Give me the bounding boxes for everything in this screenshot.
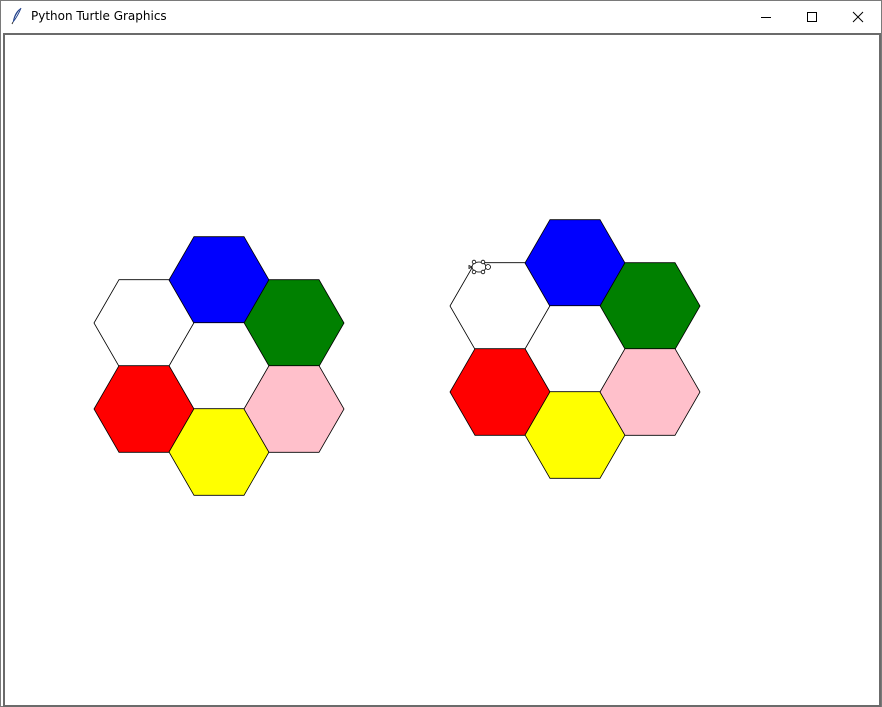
maximize-icon	[807, 11, 817, 22]
title-bar[interactable]: Python Turtle Graphics	[1, 1, 881, 32]
drawing-surface	[93, 219, 701, 496]
turtle-canvas[interactable]	[7, 37, 877, 703]
close-icon	[852, 11, 864, 22]
window-title: Python Turtle Graphics	[31, 9, 167, 23]
turtle-window: Python Turtle Graphics	[0, 0, 882, 707]
close-button[interactable]	[835, 1, 881, 32]
right-cluster	[449, 219, 701, 479]
minimize-icon	[761, 16, 771, 18]
minimize-button[interactable]	[743, 1, 789, 32]
canvas-frame	[3, 33, 881, 707]
left-cluster	[93, 236, 345, 496]
feather-icon	[11, 7, 22, 25]
maximize-button[interactable]	[789, 1, 835, 32]
